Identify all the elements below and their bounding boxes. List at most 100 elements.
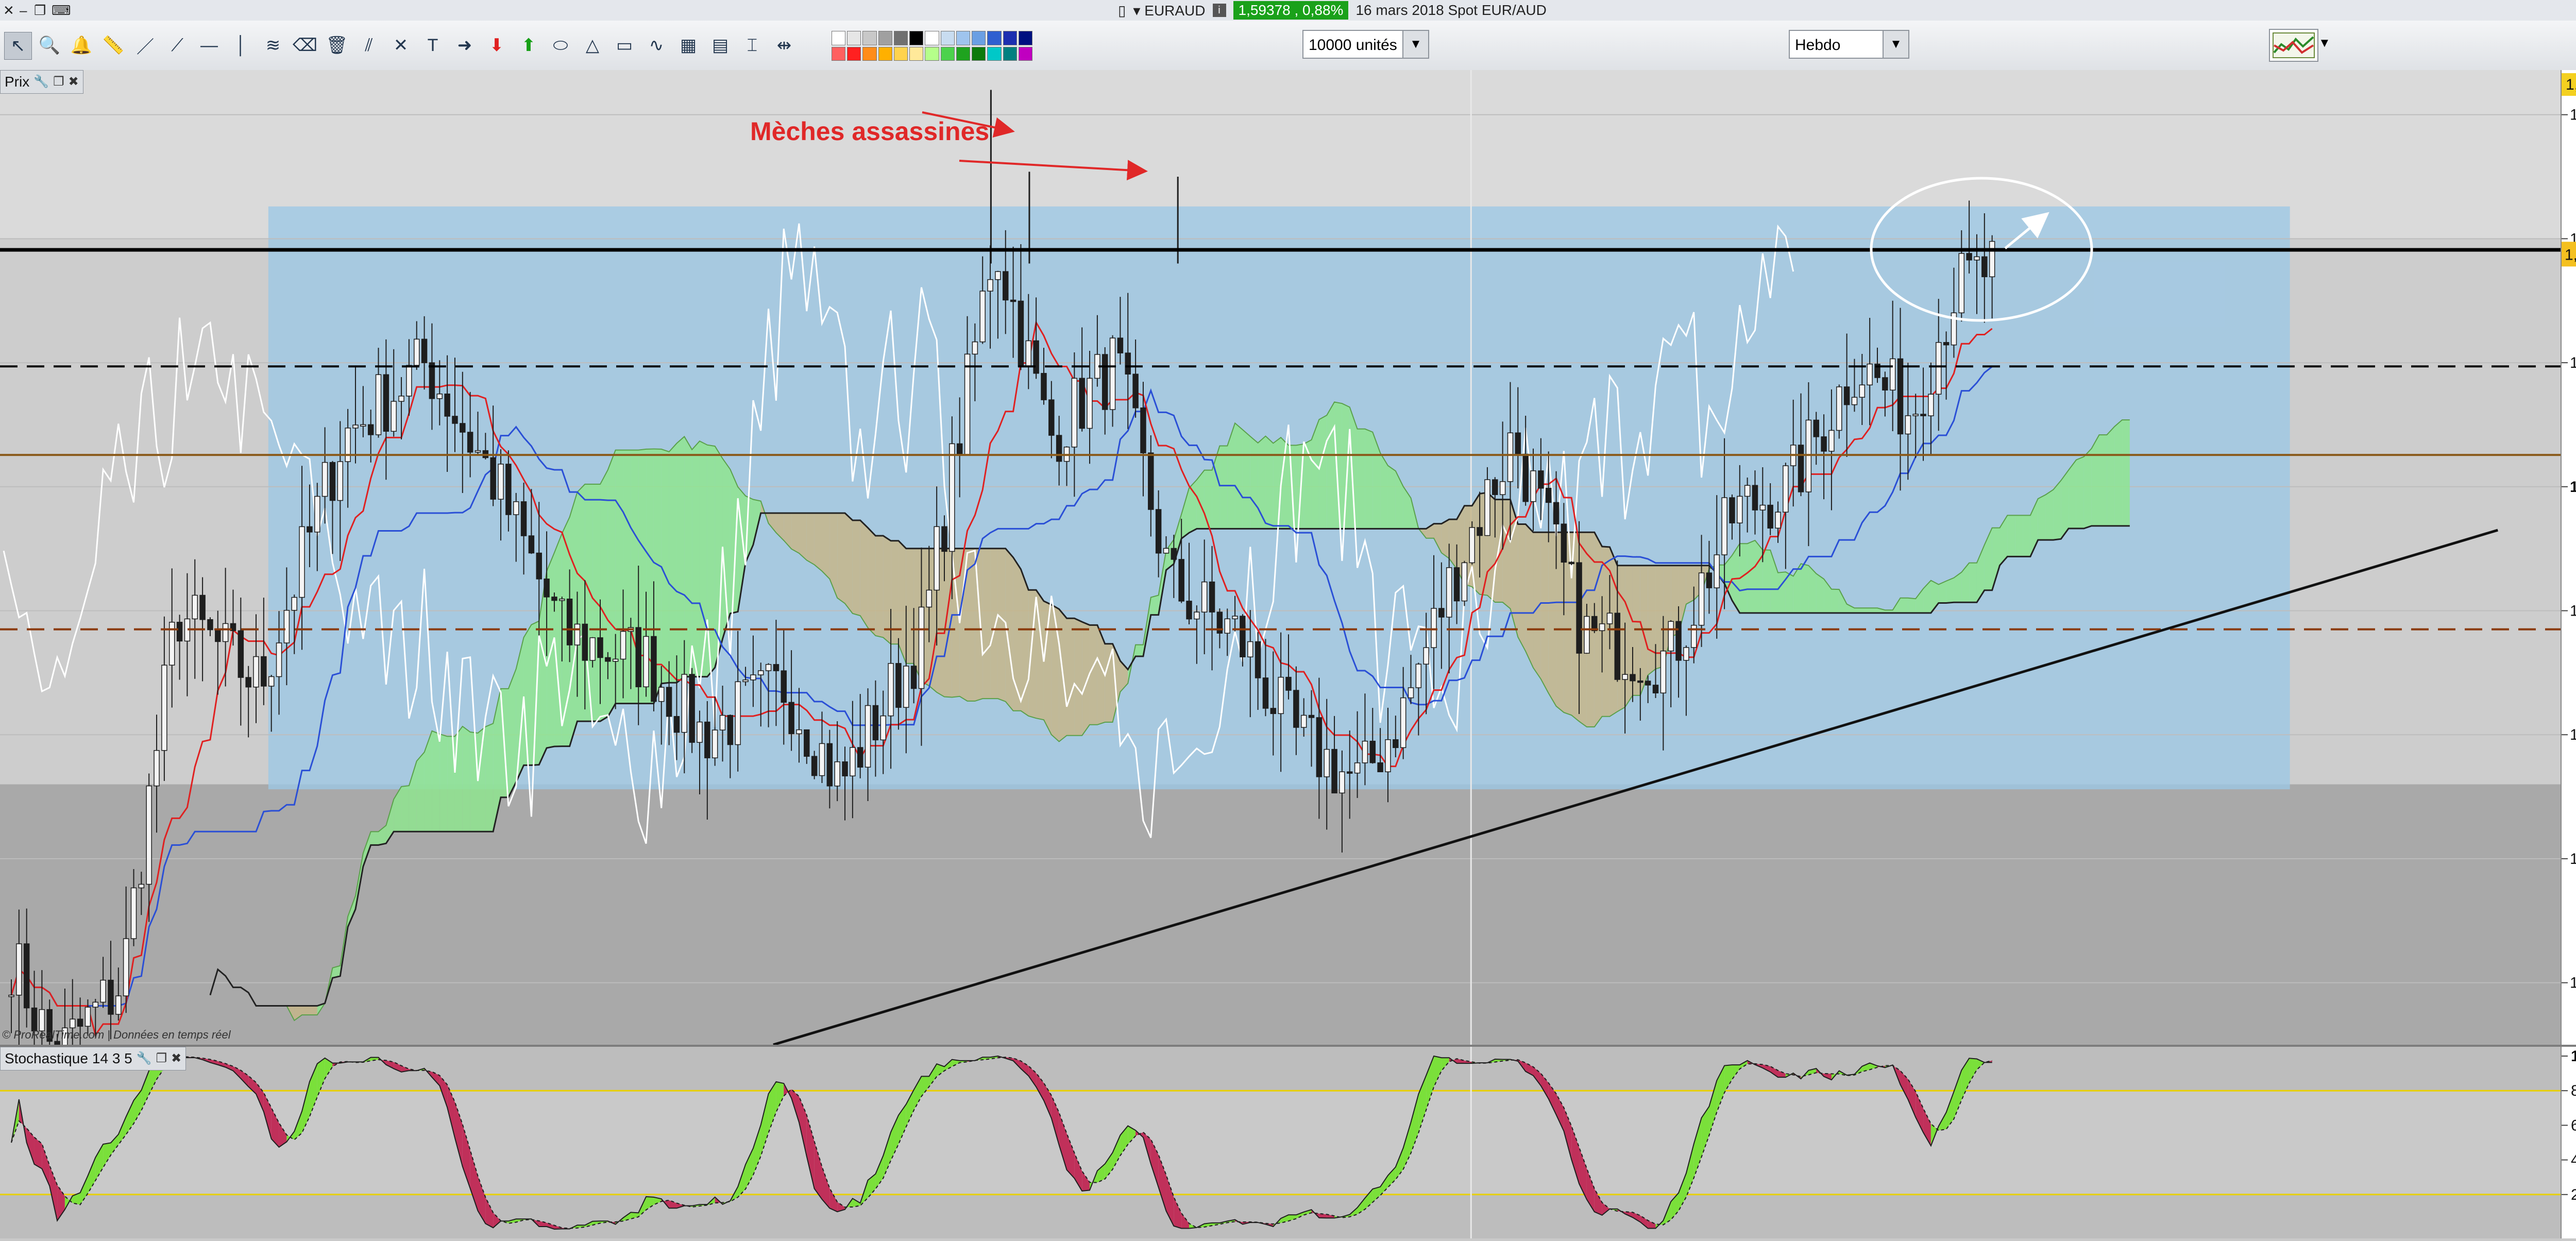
candle-body xyxy=(1538,470,1544,489)
color-swatch[interactable] xyxy=(847,31,861,45)
cursor-icon[interactable]: ⌶ xyxy=(739,32,766,59)
period-select[interactable]: Hebdo ▼ xyxy=(1789,30,1909,59)
color-swatch[interactable] xyxy=(878,31,892,45)
expand-icon[interactable]: ⇹ xyxy=(771,32,798,59)
chevron-down-icon[interactable]: ▼ xyxy=(1883,31,1908,58)
candle-body xyxy=(1966,253,1972,261)
pointer-icon[interactable]: ↖ xyxy=(4,32,32,60)
kumo-segment xyxy=(1074,618,1082,736)
price-chart[interactable]: Prix 🔧 ❐ ✖ Mèches assassines © ProRealTi… xyxy=(0,70,2561,1123)
ellipse-icon[interactable]: ⬭ xyxy=(547,32,574,59)
arrow-up-icon[interactable]: ⬆ xyxy=(515,32,542,59)
color-swatch[interactable] xyxy=(987,31,1002,45)
color-swatch[interactable] xyxy=(940,31,955,45)
candle-body xyxy=(1584,616,1590,654)
kumo-segment xyxy=(1250,436,1258,529)
alert-icon[interactable]: 🔔 xyxy=(68,32,95,59)
trendline-icon[interactable]: ⟋ xyxy=(164,32,191,59)
color-swatch[interactable] xyxy=(878,46,892,61)
wrench-icon[interactable]: 🔧 xyxy=(33,71,49,93)
candle-body xyxy=(1721,497,1727,555)
chevron-down-icon[interactable]: ▼ xyxy=(2318,36,2331,50)
channel-icon[interactable]: ⫽ xyxy=(355,32,382,59)
candle-body xyxy=(1744,485,1751,497)
color-swatch[interactable] xyxy=(956,46,971,61)
color-swatch[interactable] xyxy=(909,31,924,45)
chevron-down-icon[interactable]: ▼ xyxy=(1402,31,1428,58)
wrench-icon[interactable]: 🔧 xyxy=(137,1047,152,1070)
candle-body xyxy=(842,761,848,777)
color-swatch[interactable] xyxy=(925,31,939,45)
color-swatch[interactable] xyxy=(940,46,955,61)
chart-type-button[interactable] xyxy=(2269,29,2318,62)
ruler-icon[interactable]: 📏 xyxy=(100,32,127,59)
kumo-segment xyxy=(2091,435,2099,526)
kumo-segment xyxy=(906,548,914,664)
candle-body xyxy=(1905,415,1911,435)
color-swatch[interactable] xyxy=(1018,46,1032,61)
wave-icon[interactable]: ∿ xyxy=(643,32,670,59)
triangle-icon[interactable]: △ xyxy=(579,32,606,59)
color-swatch[interactable] xyxy=(972,31,986,45)
keyboard-icon[interactable]: ⌨ xyxy=(52,2,71,19)
stochastic-chart[interactable]: Stochastique 14 3 5 🔧 ❐ ✖ xyxy=(0,1047,2561,1238)
symbol-selector[interactable]: ▾ EURAUD xyxy=(1133,2,1205,19)
units-select[interactable]: 10000 unités ▼ xyxy=(1302,30,1429,59)
color-swatch[interactable] xyxy=(1003,46,1017,61)
rectangle-icon[interactable]: ▭ xyxy=(611,32,638,59)
color-palette xyxy=(832,31,1032,61)
chart-edit-icon[interactable]: ▤ xyxy=(707,32,734,59)
maximize-icon[interactable]: ❐ xyxy=(53,71,64,93)
candle-body xyxy=(1346,771,1353,774)
cross-icon[interactable]: ✕ xyxy=(387,32,414,59)
kumo-segment xyxy=(470,732,478,832)
trash-icon[interactable]: 🗑 xyxy=(324,32,350,59)
candle-body xyxy=(1783,465,1789,513)
minimize-window-icon[interactable]: – xyxy=(20,2,27,19)
close-window-icon[interactable]: ✕ xyxy=(3,2,14,19)
fibonacci-icon[interactable]: ≋ xyxy=(260,32,286,59)
line-icon[interactable]: ／ xyxy=(132,32,159,59)
kumo-segment xyxy=(2015,515,2023,557)
info-icon[interactable]: i xyxy=(1212,4,1226,17)
axis-price-badge: 1,59378 xyxy=(2565,246,2576,263)
text-icon[interactable]: T xyxy=(419,32,446,59)
color-swatch[interactable] xyxy=(893,31,908,45)
candle-body xyxy=(1339,771,1345,794)
color-swatch[interactable] xyxy=(956,31,971,45)
candle-body xyxy=(857,747,863,768)
maximize-icon[interactable]: ❐ xyxy=(156,1047,167,1070)
restore-window-icon[interactable]: ❐ xyxy=(34,2,46,19)
stochastic-chart-canvas[interactable] xyxy=(0,1047,2561,1238)
color-swatch[interactable] xyxy=(847,46,861,61)
arrow-down-icon[interactable]: ⬇ xyxy=(483,32,510,59)
color-swatch[interactable] xyxy=(909,46,924,61)
candle-body xyxy=(154,750,160,787)
candle-body xyxy=(941,526,947,552)
color-swatch[interactable] xyxy=(987,46,1002,61)
candle-body xyxy=(1568,562,1574,565)
color-swatch[interactable] xyxy=(862,31,877,45)
zoom-icon[interactable]: 🔍 xyxy=(36,32,63,59)
kumo-segment xyxy=(2007,515,2015,557)
color-swatch[interactable] xyxy=(832,31,846,45)
candle-body xyxy=(757,670,764,675)
color-swatch[interactable] xyxy=(832,46,846,61)
color-swatch[interactable] xyxy=(1003,31,1017,45)
close-icon[interactable]: ✖ xyxy=(171,1047,181,1070)
horizontal-line-icon[interactable]: — xyxy=(196,32,223,59)
chart-icon[interactable]: ▦ xyxy=(675,32,702,59)
color-swatch[interactable] xyxy=(1018,31,1032,45)
price-pane-tag: Prix 🔧 ❐ ✖ xyxy=(0,70,83,94)
price-chart-canvas[interactable] xyxy=(0,70,2561,1123)
candle-body xyxy=(1354,762,1361,774)
color-swatch[interactable] xyxy=(925,46,939,61)
arrow-right-icon[interactable]: ➜ xyxy=(451,32,478,59)
close-icon[interactable]: ✖ xyxy=(69,71,79,93)
color-swatch[interactable] xyxy=(893,46,908,61)
kumo-segment xyxy=(1273,437,1281,529)
color-swatch[interactable] xyxy=(862,46,877,61)
vertical-line-icon[interactable]: │ xyxy=(228,32,255,59)
eraser-icon[interactable]: ⌫ xyxy=(292,32,318,59)
color-swatch[interactable] xyxy=(972,46,986,61)
